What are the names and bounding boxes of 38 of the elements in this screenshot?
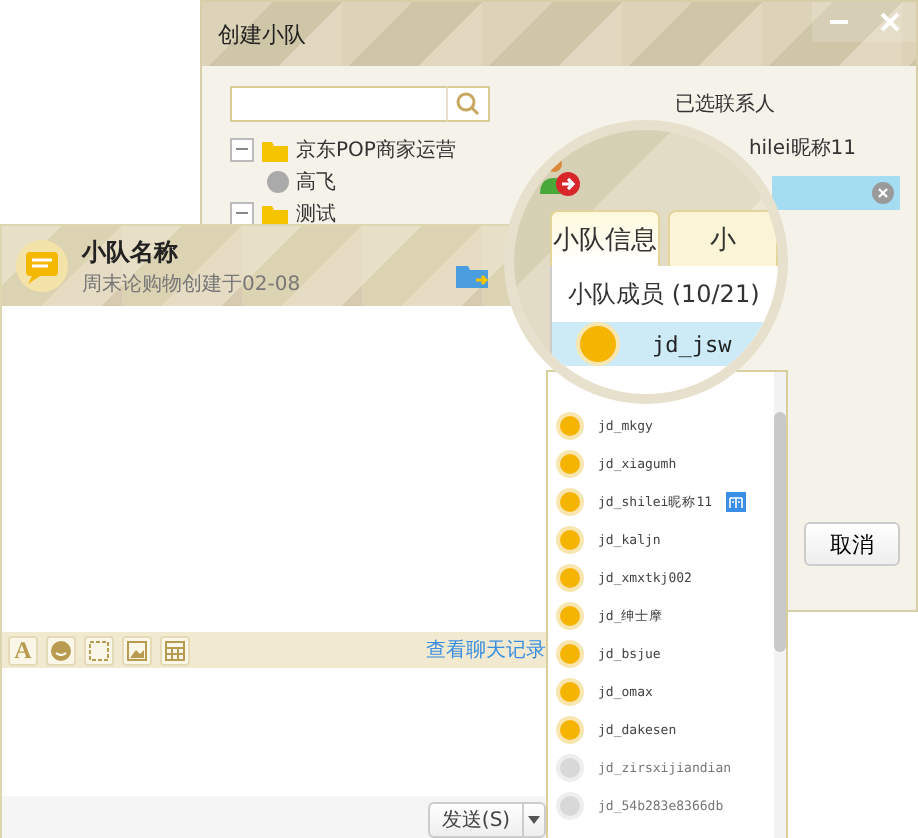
close-button[interactable] <box>864 2 916 42</box>
tab[interactable]: 小队信息 <box>550 210 660 266</box>
screenshot-button[interactable] <box>84 635 114 665</box>
tree-item[interactable]: 测试 <box>296 199 336 227</box>
cancel-button[interactable]: 取消 <box>804 522 900 566</box>
team-description: 周末论购物创建于02-08 <box>82 271 303 297</box>
send-button[interactable]: 发送(S) <box>428 802 522 838</box>
emoji-icon <box>46 635 76 665</box>
team-name: 小队名称 <box>82 235 180 269</box>
grid-icon <box>160 635 190 665</box>
avatar-icon <box>576 322 620 366</box>
emoji-button[interactable] <box>46 635 76 665</box>
window-title: 创建小队 <box>218 19 306 49</box>
tree-item[interactable]: 高飞 <box>296 167 336 195</box>
tree-item[interactable]: 京东POP商家运营 <box>296 135 456 163</box>
selected-contact-row[interactable] <box>772 176 900 210</box>
minimize-button[interactable] <box>812 2 864 42</box>
members-heading: 小队成员 (10/21) <box>566 278 762 312</box>
search-icon <box>456 92 480 116</box>
collapse-toggle[interactable] <box>230 137 254 161</box>
tab[interactable]: 小 <box>668 210 778 266</box>
list-heading: 已选联系人 <box>675 91 775 118</box>
caret-icon <box>528 816 540 824</box>
scrollbar-thumb[interactable] <box>774 412 786 652</box>
search-field[interactable] <box>230 86 446 122</box>
scrollbar[interactable] <box>774 372 786 838</box>
contact-icon <box>266 169 290 193</box>
member-name: jd_jsw <box>652 331 732 357</box>
remove-icon <box>872 182 894 204</box>
send-options-button[interactable] <box>522 802 546 838</box>
search-button[interactable] <box>446 86 490 122</box>
close-icon <box>880 12 900 32</box>
chat-bubble-icon <box>14 238 70 294</box>
screenshot-icon <box>84 635 114 665</box>
image-button[interactable] <box>122 635 152 665</box>
grid-button[interactable] <box>160 635 190 665</box>
image-icon <box>122 635 152 665</box>
collapse-toggle[interactable] <box>230 201 254 225</box>
